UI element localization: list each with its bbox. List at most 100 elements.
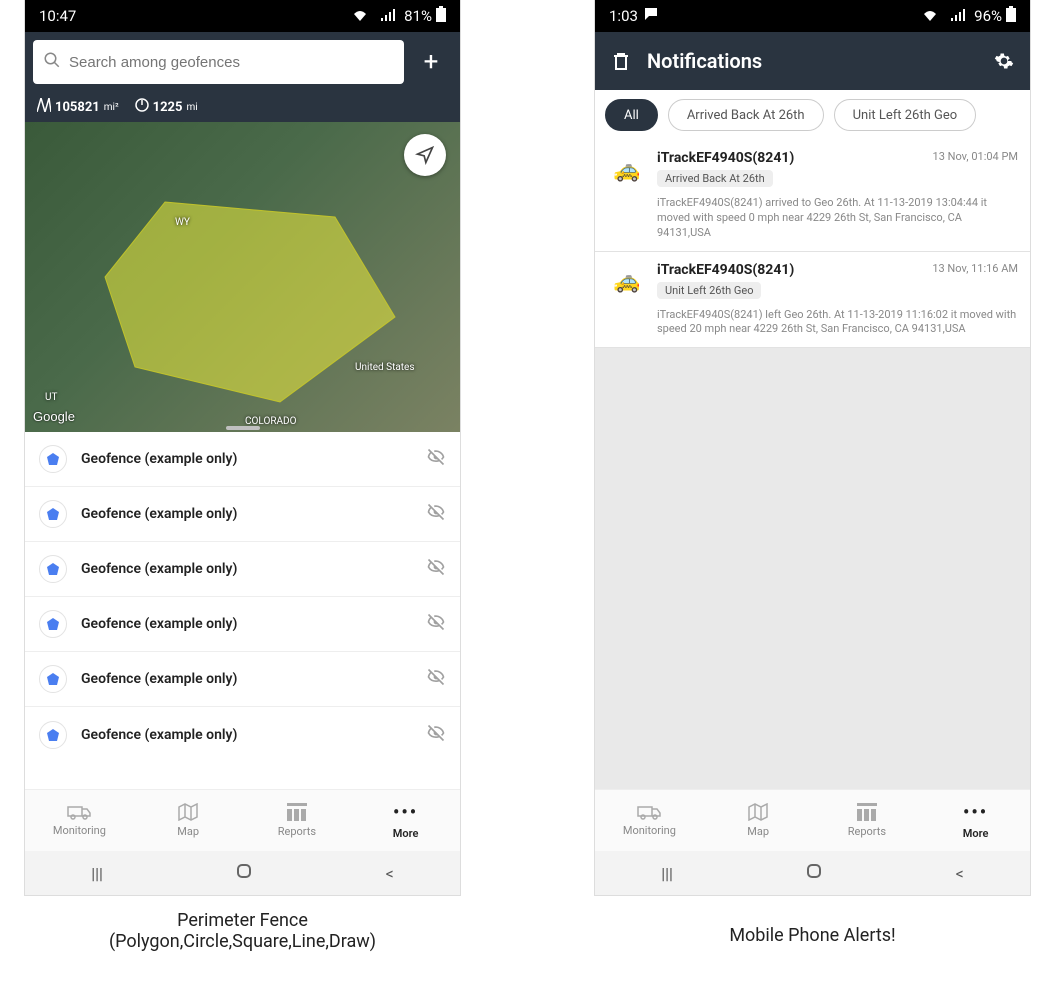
home-button[interactable] <box>235 862 253 884</box>
geofence-polygon <box>25 122 460 432</box>
nav-more[interactable]: •••More <box>921 790 1030 851</box>
perimeter-icon <box>135 98 149 116</box>
geofence-label: Geofence (example only) <box>81 727 412 743</box>
back-button[interactable]: < <box>386 864 394 883</box>
geofence-label: Geofence (example only) <box>81 506 412 522</box>
status-bar: 1:03 96% <box>595 0 1030 32</box>
notif-title: iTrackEF4940S(8241) <box>657 262 922 278</box>
notif-tag: Arrived Back At 26th <box>657 170 773 187</box>
geofence-label: Geofence (example only) <box>81 616 412 632</box>
caption-right: Mobile Phone Alerts! <box>595 925 1030 946</box>
perimeter-value: 1225 <box>153 100 183 115</box>
visibility-off-icon[interactable] <box>426 502 446 526</box>
visibility-off-icon[interactable] <box>426 723 446 747</box>
vehicle-icon: 🚕 <box>607 262 647 302</box>
area-value: 105821 <box>55 100 100 115</box>
recents-button[interactable]: ||| <box>661 864 673 883</box>
notification-list: 🚕 iTrackEF4940S(8241) Arrived Back At 26… <box>595 140 1030 789</box>
nav-monitoring[interactable]: Monitoring <box>595 790 704 851</box>
chip-arrived[interactable]: Arrived Back At 26th <box>668 99 824 131</box>
chip-all[interactable]: All <box>605 99 658 131</box>
nav-map[interactable]: Map <box>704 790 813 851</box>
polygon-icon <box>39 445 67 473</box>
nav-reports[interactable]: Reports <box>813 790 922 851</box>
google-logo: Google <box>33 409 75 424</box>
caption-left: Perimeter Fence (Polygon,Circle,Square,L… <box>25 910 460 952</box>
search-box[interactable] <box>33 40 404 84</box>
notif-tag: Unit Left 26th Geo <box>657 282 761 299</box>
visibility-off-icon[interactable] <box>426 447 446 471</box>
add-geofence-button[interactable]: + <box>410 41 452 83</box>
geofence-stats: 105821 mi² 1225 mi <box>25 92 460 122</box>
wifi-icon <box>348 7 372 25</box>
delete-icon[interactable] <box>609 51 633 71</box>
nav-reports[interactable]: Reports <box>243 790 352 851</box>
notifications-header: Notifications <box>595 32 1030 90</box>
polygon-icon <box>39 555 67 583</box>
notification-item[interactable]: 🚕 iTrackEF4940S(8241) Unit Left 26th Geo… <box>595 252 1030 349</box>
visibility-off-icon[interactable] <box>426 612 446 636</box>
android-nav: ||| < <box>595 851 1030 895</box>
app-nav: Monitoring Map Reports •••More <box>595 789 1030 851</box>
wifi-icon <box>918 7 942 25</box>
notif-time: 13 Nov, 01:04 PM <box>933 150 1018 190</box>
notif-time: 13 Nov, 11:16 AM <box>932 262 1018 302</box>
list-item[interactable]: Geofence (example only) <box>25 542 460 597</box>
back-button[interactable]: < <box>956 864 964 883</box>
search-icon <box>43 51 61 73</box>
settings-icon[interactable] <box>992 51 1016 71</box>
vehicle-icon: 🚕 <box>607 150 647 190</box>
my-location-button[interactable] <box>404 134 446 176</box>
drag-handle[interactable] <box>226 426 260 430</box>
recents-button[interactable]: ||| <box>91 864 103 883</box>
nav-map[interactable]: Map <box>134 790 243 851</box>
home-button[interactable] <box>805 862 823 884</box>
geofence-list: Geofence (example only) Geofence (exampl… <box>25 432 460 789</box>
geofence-label: Geofence (example only) <box>81 451 412 467</box>
notification-item[interactable]: 🚕 iTrackEF4940S(8241) Arrived Back At 26… <box>595 140 1030 252</box>
signal-icon <box>376 7 400 25</box>
geofence-header: + <box>25 32 460 92</box>
list-item[interactable]: Geofence (example only) <box>25 707 460 762</box>
status-bar: 10:47 81% <box>25 0 460 32</box>
area-unit: mi² <box>104 102 119 113</box>
search-input[interactable] <box>69 54 394 71</box>
notif-description: iTrackEF4940S(8241) left Geo 26th. At 11… <box>607 308 1018 338</box>
clock: 1:03 <box>609 7 638 25</box>
polygon-icon <box>39 610 67 638</box>
message-icon <box>644 7 658 25</box>
clock: 10:47 <box>39 7 76 25</box>
battery-pct: 81% <box>404 7 432 25</box>
nav-more[interactable]: ••• More <box>351 790 460 851</box>
area-icon <box>37 98 51 116</box>
map-label-ut: UT <box>45 392 57 403</box>
chip-left[interactable]: Unit Left 26th Geo <box>834 99 977 131</box>
perimeter-unit: mi <box>186 102 197 113</box>
battery-icon <box>436 6 446 26</box>
map-view[interactable]: WY COLORADO United States UT Google <box>25 122 460 432</box>
list-item[interactable]: Geofence (example only) <box>25 432 460 487</box>
list-item[interactable]: Geofence (example only) <box>25 487 460 542</box>
app-nav: Monitoring Map Reports ••• More <box>25 789 460 851</box>
geofence-label: Geofence (example only) <box>81 561 412 577</box>
android-nav: ||| < <box>25 851 460 895</box>
filter-chips: All Arrived Back At 26th Unit Left 26th … <box>595 90 1030 140</box>
map-label-wy: WY <box>175 217 190 228</box>
notifications-title: Notifications <box>647 49 978 73</box>
phone-geofence: 10:47 81% + <box>25 0 460 895</box>
list-item[interactable]: Geofence (example only) <box>25 652 460 707</box>
phone-notifications: 1:03 96% Notifications All Arrived Back … <box>595 0 1030 895</box>
polygon-icon <box>39 500 67 528</box>
nav-monitoring[interactable]: Monitoring <box>25 790 134 851</box>
map-label-us: United States <box>355 362 415 373</box>
battery-pct: 96% <box>974 7 1002 25</box>
battery-icon <box>1006 6 1016 26</box>
visibility-off-icon[interactable] <box>426 557 446 581</box>
notif-title: iTrackEF4940S(8241) <box>657 150 923 166</box>
polygon-icon <box>39 665 67 693</box>
notif-description: iTrackEF4940S(8241) arrived to Geo 26th.… <box>607 196 1018 241</box>
visibility-off-icon[interactable] <box>426 667 446 691</box>
polygon-icon <box>39 721 67 749</box>
list-item[interactable]: Geofence (example only) <box>25 597 460 652</box>
geofence-label: Geofence (example only) <box>81 671 412 687</box>
